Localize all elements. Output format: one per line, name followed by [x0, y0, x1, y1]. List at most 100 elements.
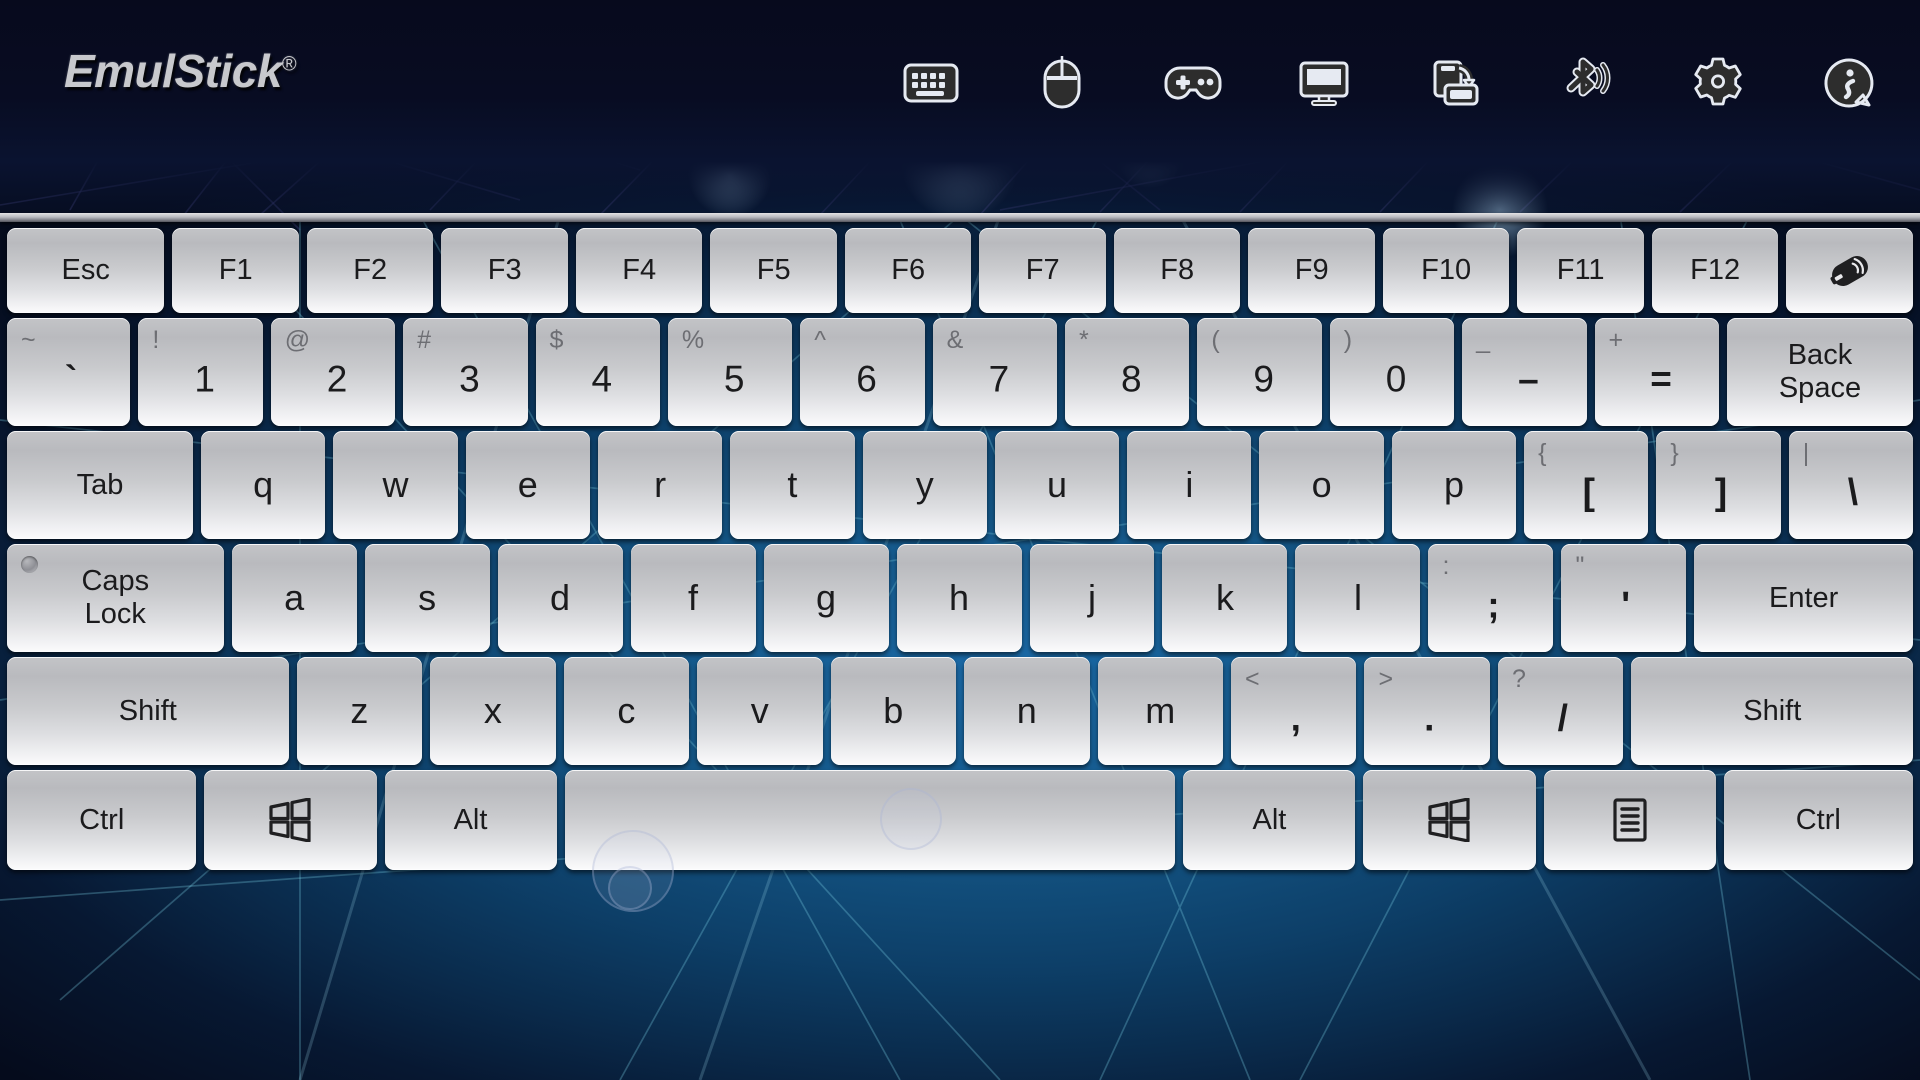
top-letter-row: Tab q w e r t y u i o p{[}] | \ — [0, 431, 1920, 539]
mouse-icon[interactable] — [1031, 52, 1093, 114]
key-digit2[interactable]: @2 — [270, 318, 396, 426]
key-enter[interactable]: Enter — [1694, 544, 1913, 652]
key-q[interactable]: q — [200, 431, 326, 539]
key-bracketleft[interactable]: {[ — [1524, 431, 1649, 539]
key-label: w — [382, 464, 409, 505]
key-digit0[interactable]: ) 0 — [1329, 318, 1455, 426]
app-header: EmulStick® — [0, 0, 1920, 180]
key-label: Enter — [1769, 581, 1839, 614]
bluetooth-icon[interactable] — [1556, 52, 1618, 114]
key-ctrl-left[interactable]: Ctrl — [7, 770, 197, 870]
key-shift-label: + — [1608, 326, 1624, 354]
key-digit3[interactable]: #3 — [403, 318, 528, 426]
key-o[interactable]: o — [1259, 431, 1384, 539]
key-win-right[interactable] — [1363, 770, 1536, 870]
key-h[interactable]: h — [896, 544, 1022, 652]
key-l[interactable]: l — [1295, 544, 1421, 652]
key-t[interactable]: t — [730, 431, 855, 539]
key-menu[interactable] — [1543, 770, 1716, 870]
key-digit1[interactable]: ! 1 — [138, 318, 263, 426]
key-y[interactable]: y — [862, 431, 987, 539]
key-u[interactable]: u — [994, 431, 1120, 539]
key-f10[interactable]: F10 — [1382, 228, 1510, 313]
key-backquote[interactable]: ~ ` — [7, 318, 131, 426]
key-win-left[interactable] — [204, 770, 377, 870]
key-shift-right[interactable]: Shift — [1631, 657, 1914, 765]
key-digit4[interactable]: $4 — [535, 318, 660, 426]
key-label: 6 — [856, 358, 877, 400]
keyboard-icon[interactable] — [900, 52, 962, 114]
key-d[interactable]: d — [497, 544, 623, 652]
key-f12[interactable]: F12 — [1651, 228, 1779, 313]
key-slash[interactable]: ? / — [1497, 657, 1624, 765]
key-n[interactable]: n — [964, 657, 1090, 765]
key-shift-left[interactable]: Shift — [7, 657, 289, 765]
key-digit8[interactable]: * 8 — [1065, 318, 1190, 426]
key-alt-left[interactable]: Alt — [384, 770, 557, 870]
key-f2[interactable]: F2 — [306, 228, 434, 313]
key-f3[interactable]: F3 — [441, 228, 568, 313]
key-digit5[interactable]: % 5 — [667, 318, 793, 426]
info-icon[interactable] — [1818, 52, 1880, 114]
key-equal[interactable]: + = — [1594, 318, 1719, 426]
key-ctrl-right[interactable]: Ctrl — [1723, 770, 1914, 870]
key-m[interactable]: m — [1097, 657, 1223, 765]
key-label: i — [1185, 464, 1194, 505]
key-f4[interactable]: F4 — [575, 228, 703, 313]
key-label: n — [1016, 690, 1037, 731]
key-capslock[interactable]: Caps Lock — [7, 544, 224, 652]
key-label: Esc — [61, 254, 110, 286]
key-minus[interactable]: _ – — [1462, 318, 1587, 426]
key-c[interactable]: c — [563, 657, 690, 765]
main-toolbar — [900, 48, 1880, 118]
key-esc[interactable]: Esc — [7, 228, 165, 313]
display-icon[interactable] — [1293, 52, 1355, 114]
key-backspace[interactable]: Back Space — [1726, 318, 1914, 426]
key-backslash[interactable]: | \ — [1788, 431, 1914, 539]
settings-gear-icon[interactable] — [1687, 52, 1749, 114]
key-s[interactable]: s — [364, 544, 490, 652]
key-label: F6 — [891, 254, 926, 286]
key-shift-label: ? — [1511, 665, 1526, 693]
key-z[interactable]: z — [296, 657, 423, 765]
key-bracketright[interactable]: }] — [1656, 431, 1781, 539]
key-f6[interactable]: F6 — [844, 228, 972, 313]
key-f7[interactable]: F7 — [979, 228, 1106, 313]
key-quote[interactable]: " ' — [1561, 544, 1687, 652]
key-v[interactable]: v — [697, 657, 823, 765]
key-r[interactable]: r — [597, 431, 723, 539]
save-restore-icon[interactable] — [1425, 52, 1487, 114]
key-dongle[interactable] — [1786, 228, 1913, 313]
key-i[interactable]: i — [1127, 431, 1252, 539]
key-f9[interactable]: F9 — [1248, 228, 1375, 313]
gamepad-icon[interactable] — [1162, 52, 1224, 114]
key-p[interactable]: p — [1391, 431, 1517, 539]
key-tab[interactable]: Tab — [7, 431, 193, 539]
key-label: s — [418, 577, 437, 618]
function-row: Esc F1 F2 F3 F4 F5 F6 F7 F8 F9 F10 F11 F12 — [0, 228, 1920, 313]
key-f5[interactable]: F5 — [710, 228, 837, 313]
key-alt-right[interactable]: Alt — [1183, 770, 1356, 870]
key-period[interactable]: >. — [1364, 657, 1490, 765]
key-k[interactable]: k — [1162, 544, 1288, 652]
key-w[interactable]: w — [333, 431, 458, 539]
key-f[interactable]: f — [630, 544, 756, 652]
key-comma[interactable]: <, — [1231, 657, 1357, 765]
key-space[interactable] — [564, 770, 1176, 870]
key-label: l — [1353, 577, 1362, 618]
key-j[interactable]: j — [1029, 544, 1155, 652]
key-digit6[interactable]: ^ 6 — [800, 318, 925, 426]
key-semicolon[interactable]: :; — [1428, 544, 1554, 652]
key-a[interactable]: a — [231, 544, 357, 652]
key-e[interactable]: e — [465, 431, 590, 539]
key-f8[interactable]: F8 — [1113, 228, 1241, 313]
key-b[interactable]: b — [830, 657, 957, 765]
key-label: . — [1424, 697, 1435, 739]
key-g[interactable]: g — [763, 544, 889, 652]
key-f1[interactable]: F1 — [172, 228, 299, 313]
key-f11[interactable]: F11 — [1517, 228, 1644, 313]
key-digit9[interactable]: (9 — [1197, 318, 1322, 426]
key-digit7[interactable]: & 7 — [932, 318, 1058, 426]
key-label: 1 — [194, 358, 216, 400]
key-x[interactable]: x — [430, 657, 556, 765]
